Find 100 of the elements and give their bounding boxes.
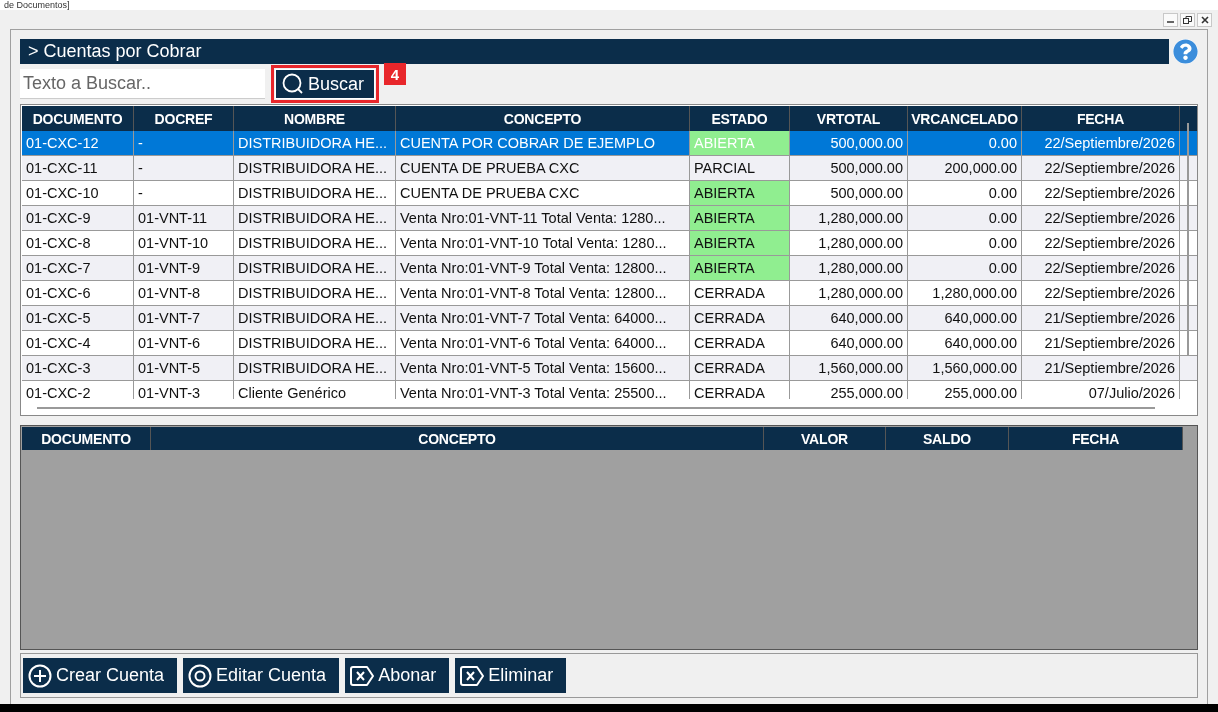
table-cell: ABIERTA <box>690 231 790 255</box>
table-cell: 01-VNT-3 <box>134 381 234 399</box>
plus-circle-icon <box>28 663 52 688</box>
table-row[interactable]: 01-CXC-11 - DISTRIBUIDORA HE... CUENTA DE PRUEBA CXC PARCIAL 500,000.00 200,000.00 22/Septiembre/2026 <box>22 156 1197 181</box>
table-cell: CERRADA <box>690 281 790 305</box>
table-cell: ABIERTA <box>690 131 790 155</box>
table-cell: 22/Septiembre/2026 <box>1022 206 1180 230</box>
close-button[interactable] <box>1197 12 1212 27</box>
table-cell: DISTRIBUIDORA HE... <box>234 156 396 180</box>
table-cell: 255,000.00 <box>790 381 908 399</box>
search-icon <box>282 73 304 95</box>
table-cell: ABIERTA <box>690 256 790 280</box>
table-cell: Venta Nro:01-VNT-7 Total Venta: 64000... <box>396 306 690 330</box>
table-cell: 01-VNT-5 <box>134 356 234 380</box>
table-cell: - <box>134 131 234 155</box>
table-cell: 500,000.00 <box>790 131 908 155</box>
table-cell: 0.00 <box>908 131 1022 155</box>
table-cell: 01-CXC-2 <box>22 381 134 399</box>
table-cell: CUENTA DE PRUEBA CXC <box>396 156 690 180</box>
help-icon[interactable] <box>1173 39 1198 64</box>
table-cell: 22/Septiembre/2026 <box>1022 281 1180 305</box>
table-cell: CERRADA <box>690 306 790 330</box>
table-cell: 1,280,000.00 <box>790 281 908 305</box>
table-cell: Venta Nro:01-VNT-3 Total Venta: 25500... <box>396 381 690 399</box>
table-cell: 640,000.00 <box>908 331 1022 355</box>
table-cell: CERRADA <box>690 331 790 355</box>
table-cell: 21/Septiembre/2026 <box>1022 331 1180 355</box>
table-row[interactable]: 01-CXC-7 01-VNT-9 DISTRIBUIDORA HE... Venta Nro:01-VNT-9 Total Venta: 12800... ABIERTA 1,280,000.00 0.00 22/Septiembre/2026 <box>22 256 1197 281</box>
table-cell: 01-CXC-4 <box>22 331 134 355</box>
table-cell: 07/Julio/2026 <box>1022 381 1180 399</box>
search-button[interactable]: Buscar <box>275 69 375 99</box>
action-button[interactable]: Crear Cuenta <box>23 658 178 693</box>
table-cell: - <box>134 156 234 180</box>
eye-circle-icon <box>188 663 213 688</box>
restore-icon <box>1183 15 1192 24</box>
table-cell: 01-CXC-8 <box>22 231 134 255</box>
table-cell: DISTRIBUIDORA HE... <box>234 131 396 155</box>
table-cell: 640,000.00 <box>790 306 908 330</box>
table-cell: 01-VNT-6 <box>134 331 234 355</box>
table-cell: 22/Septiembre/2026 <box>1022 231 1180 255</box>
scrollbar[interactable] <box>37 407 1155 409</box>
table-cell: 1,280,000.00 <box>790 206 908 230</box>
table-row[interactable]: 01-CXC-3 01-VNT-5 DISTRIBUIDORA HE... Venta Nro:01-VNT-5 Total Venta: 15600... CERRADA 1,560,000.00 1,560,000.00 21/Septiembre/2026 <box>22 356 1197 381</box>
step-badge: 4 <box>384 63 406 85</box>
table-cell: - <box>134 181 234 205</box>
table-cell: ABIERTA <box>690 206 790 230</box>
column-header[interactable]: VALOR <box>764 427 886 450</box>
minimize-button[interactable] <box>1163 12 1178 27</box>
table-cell: 22/Septiembre/2026 <box>1022 131 1180 155</box>
column-header[interactable]: DOCUMENTO <box>22 427 151 450</box>
table-cell: 01-VNT-9 <box>134 256 234 280</box>
table-row[interactable]: 01-CXC-8 01-VNT-10 DISTRIBUIDORA HE... Venta Nro:01-VNT-10 Total Venta: 1280... ABIERTA 1,280,000.00 0.00 22/Septiembre/2026 <box>22 231 1197 256</box>
table-cell: 1,280,000.00 <box>790 231 908 255</box>
table-cell: 01-CXC-12 <box>22 131 134 155</box>
table-cell: 640,000.00 <box>790 331 908 355</box>
window-title: de Documentos] <box>4 0 70 10</box>
column-header[interactable]: SALDO <box>886 427 1009 450</box>
table-cell: 01-VNT-7 <box>134 306 234 330</box>
column-header[interactable]: CONCEPTO <box>151 427 764 450</box>
table-cell: 500,000.00 <box>790 156 908 180</box>
table-cell: CERRADA <box>690 356 790 380</box>
table-cell: 01-CXC-5 <box>22 306 134 330</box>
table-cell: 1,560,000.00 <box>908 356 1022 380</box>
table-cell: 255,000.00 <box>908 381 1022 399</box>
table-row[interactable]: 01-CXC-6 01-VNT-8 DISTRIBUIDORA HE... Venta Nro:01-VNT-8 Total Venta: 12800... CERRADA 1,280,000.00 1,280,000.00 22/Septiembre/2026 <box>22 281 1197 306</box>
table-cell: 21/Septiembre/2026 <box>1022 306 1180 330</box>
table-cell: PARCIAL <box>690 156 790 180</box>
table-cell: Venta Nro:01-VNT-6 Total Venta: 64000... <box>396 331 690 355</box>
table-cell: 200,000.00 <box>908 156 1022 180</box>
table-cell: 21/Septiembre/2026 <box>1022 356 1180 380</box>
table-row[interactable]: 01-CXC-10 - DISTRIBUIDORA HE... CUENTA DE PRUEBA CXC ABIERTA 500,000.00 0.00 22/Septiembre/2026 <box>22 181 1197 206</box>
table-cell: 1,560,000.00 <box>790 356 908 380</box>
action-button[interactable]: Editar Cuenta <box>183 658 340 693</box>
restore-button[interactable] <box>1180 12 1195 27</box>
table-cell: DISTRIBUIDORA HE... <box>234 206 396 230</box>
action-button[interactable]: Abonar <box>345 658 450 693</box>
table-cell: ABIERTA <box>690 181 790 205</box>
table-row[interactable]: 01-CXC-5 01-VNT-7 DISTRIBUIDORA HE... Venta Nro:01-VNT-7 Total Venta: 64000... CERRADA 640,000.00 640,000.00 21/Septiembre/2026 <box>22 306 1197 331</box>
close-icon <box>1200 15 1209 24</box>
table-row[interactable]: 01-CXC-9 01-VNT-11 DISTRIBUIDORA HE... Venta Nro:01-VNT-11 Total Venta: 1280... ABIERTA 1,280,000.00 0.00 22/Septiembre/2026 <box>22 206 1197 231</box>
table-cell: 01-CXC-3 <box>22 356 134 380</box>
table-cell: 01-VNT-10 <box>134 231 234 255</box>
table-row[interactable]: 01-CXC-12 - DISTRIBUIDORA HE... CUENTA POR COBRAR DE EJEMPLO ABIERTA 500,000.00 0.00 22/Septiembre/2026 <box>22 131 1197 156</box>
table-cell: DISTRIBUIDORA HE... <box>234 356 396 380</box>
scrollbar[interactable] <box>1187 123 1189 355</box>
action-button[interactable]: Eliminar <box>455 658 567 693</box>
table-cell: 22/Septiembre/2026 <box>1022 156 1180 180</box>
table-cell: Venta Nro:01-VNT-8 Total Venta: 12800... <box>396 281 690 305</box>
table-row[interactable]: 01-CXC-4 01-VNT-6 DISTRIBUIDORA HE... Venta Nro:01-VNT-6 Total Venta: 64000... CERRADA 640,000.00 640,000.00 21/Septiembre/2026 <box>22 331 1197 356</box>
table-cell: 01-CXC-10 <box>22 181 134 205</box>
table-cell: 0.00 <box>908 206 1022 230</box>
table-cell: DISTRIBUIDORA HE... <box>234 306 396 330</box>
table-cell: 640,000.00 <box>908 306 1022 330</box>
search-field[interactable]: Texto a Buscar.. <box>20 69 265 99</box>
table-cell: 22/Septiembre/2026 <box>1022 181 1180 205</box>
table-cell: 01-CXC-7 <box>22 256 134 280</box>
table-cell: DISTRIBUIDORA HE... <box>234 281 396 305</box>
table-cell: DISTRIBUIDORA HE... <box>234 256 396 280</box>
table-cell: 500,000.00 <box>790 181 908 205</box>
column-header[interactable]: FECHA <box>1009 427 1183 450</box>
